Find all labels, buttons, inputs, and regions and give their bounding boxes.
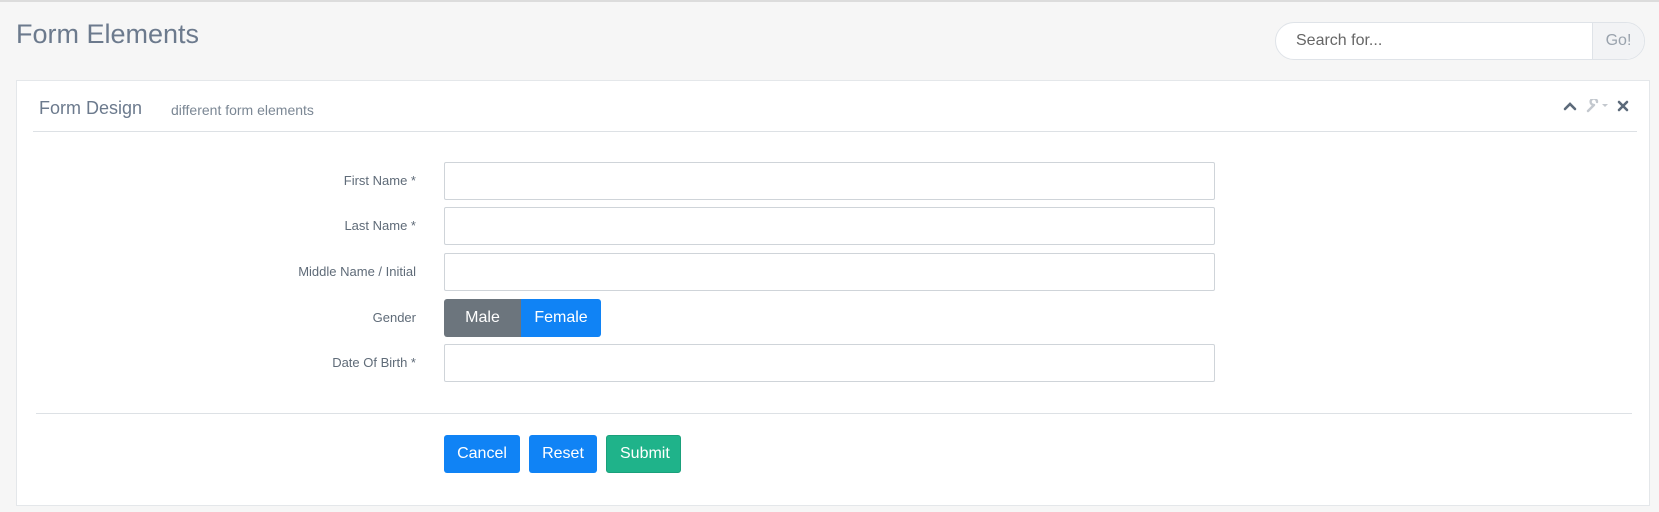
dob-row: Date Of Birth * bbox=[17, 344, 1651, 382]
middle-name-field[interactable] bbox=[444, 253, 1215, 291]
gender-male-button[interactable]: Male bbox=[444, 299, 521, 337]
form-divider bbox=[36, 413, 1632, 414]
panel-subtitle: different form elements bbox=[171, 102, 314, 118]
search-go-button[interactable]: Go! bbox=[1592, 23, 1644, 59]
last-name-row: Last Name * bbox=[17, 207, 1651, 245]
dob-field[interactable] bbox=[444, 344, 1215, 382]
panel-title: Form Design bbox=[39, 98, 143, 118]
panel-header: Form Design different form elements bbox=[33, 81, 1637, 132]
dob-label: Date Of Birth * bbox=[332, 355, 416, 370]
gender-label: Gender bbox=[372, 310, 416, 325]
form-actions: Cancel Reset Submit bbox=[444, 435, 681, 473]
page-title: Form Elements bbox=[16, 19, 200, 49]
cancel-button[interactable]: Cancel bbox=[444, 435, 520, 473]
gender-toggle: Male Female bbox=[444, 299, 601, 337]
middle-name-row: Middle Name / Initial bbox=[17, 253, 1651, 291]
middle-name-label: Middle Name / Initial bbox=[298, 264, 416, 279]
form-design-panel: Form Design different form elements Firs… bbox=[16, 80, 1650, 506]
last-name-field[interactable] bbox=[444, 207, 1215, 245]
top-border bbox=[0, 0, 1659, 2]
reset-button[interactable]: Reset bbox=[529, 435, 597, 473]
last-name-label: Last Name * bbox=[344, 218, 416, 233]
chevron-up-icon[interactable] bbox=[1563, 101, 1577, 111]
first-name-label: First Name * bbox=[343, 173, 416, 188]
panel-tools bbox=[1563, 99, 1629, 113]
caret-down-icon bbox=[1602, 104, 1608, 107]
search-input[interactable] bbox=[1276, 23, 1592, 59]
close-icon[interactable] bbox=[1617, 100, 1629, 112]
wrench-icon[interactable] bbox=[1585, 99, 1609, 113]
gender-row: Gender Male Female bbox=[17, 299, 1651, 337]
search-group: Go! bbox=[1275, 22, 1645, 60]
submit-button[interactable]: Submit bbox=[606, 435, 681, 473]
gender-female-button[interactable]: Female bbox=[521, 299, 601, 337]
first-name-row: First Name * bbox=[17, 162, 1651, 200]
first-name-field[interactable] bbox=[444, 162, 1215, 200]
